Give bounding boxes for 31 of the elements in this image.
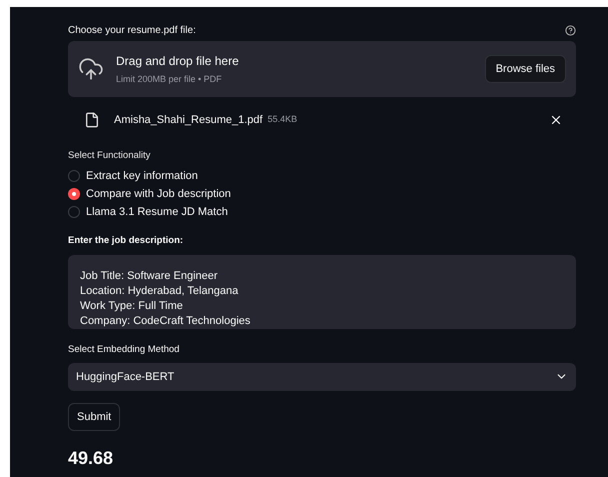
field-label: Enter the job description: bbox=[68, 234, 184, 248]
radio-option[interactable]: Llama 3.1 Resume JD Match bbox=[68, 204, 576, 220]
radio-button[interactable] bbox=[68, 206, 80, 218]
submit-button[interactable]: Submit bbox=[68, 402, 120, 431]
file-size: 55.4KB bbox=[268, 113, 298, 126]
file-icon bbox=[84, 112, 100, 128]
radio-button[interactable] bbox=[68, 170, 80, 182]
radio-label: Compare with Job description bbox=[86, 186, 231, 202]
drop-zone[interactable]: Drag and drop file here Limit 200MB per file • PDF Browse files bbox=[68, 41, 576, 97]
close-icon[interactable] bbox=[549, 113, 563, 127]
field-label: Select Embedding Method bbox=[68, 342, 180, 356]
text-area[interactable]: Job Title: Software Engineer Location: Hyderabad, Telangana Work Type: Full Time Company: CodeCraft Technologies bbox=[68, 254, 576, 328]
radio-option[interactable]: Compare with Job description bbox=[68, 186, 576, 202]
drop-title: Drag and drop file here bbox=[116, 52, 239, 70]
upload-cloud-icon bbox=[78, 56, 104, 82]
radio-option[interactable]: Extract key information bbox=[68, 168, 576, 184]
text-line: Work Type: Full Time bbox=[80, 298, 184, 314]
radio-label: Llama 3.1 Resume JD Match bbox=[86, 204, 228, 220]
field-label: Select Functionality bbox=[68, 149, 152, 163]
file-name: Amisha_Shahi_Resume_1.pdf bbox=[114, 112, 263, 128]
select-field[interactable]: HuggingFace-BERT bbox=[68, 362, 576, 391]
text-line: Job Title: Software Engineer bbox=[80, 268, 219, 284]
radio-label: Extract key information bbox=[86, 168, 198, 184]
browse-files-button[interactable]: Browse files bbox=[484, 55, 566, 83]
text-line: Location: Hyderabad, Telangana bbox=[80, 284, 240, 298]
field-label: Choose your resume.pdf file: bbox=[68, 24, 196, 38]
text-line: Company: CodeCraft Technologies bbox=[80, 314, 252, 328]
help-icon[interactable] bbox=[565, 24, 576, 36]
radio-button[interactable] bbox=[68, 188, 80, 200]
score-value: 49.68 bbox=[68, 446, 114, 470]
drop-hint: Limit 200MB per file • PDF bbox=[116, 72, 223, 86]
